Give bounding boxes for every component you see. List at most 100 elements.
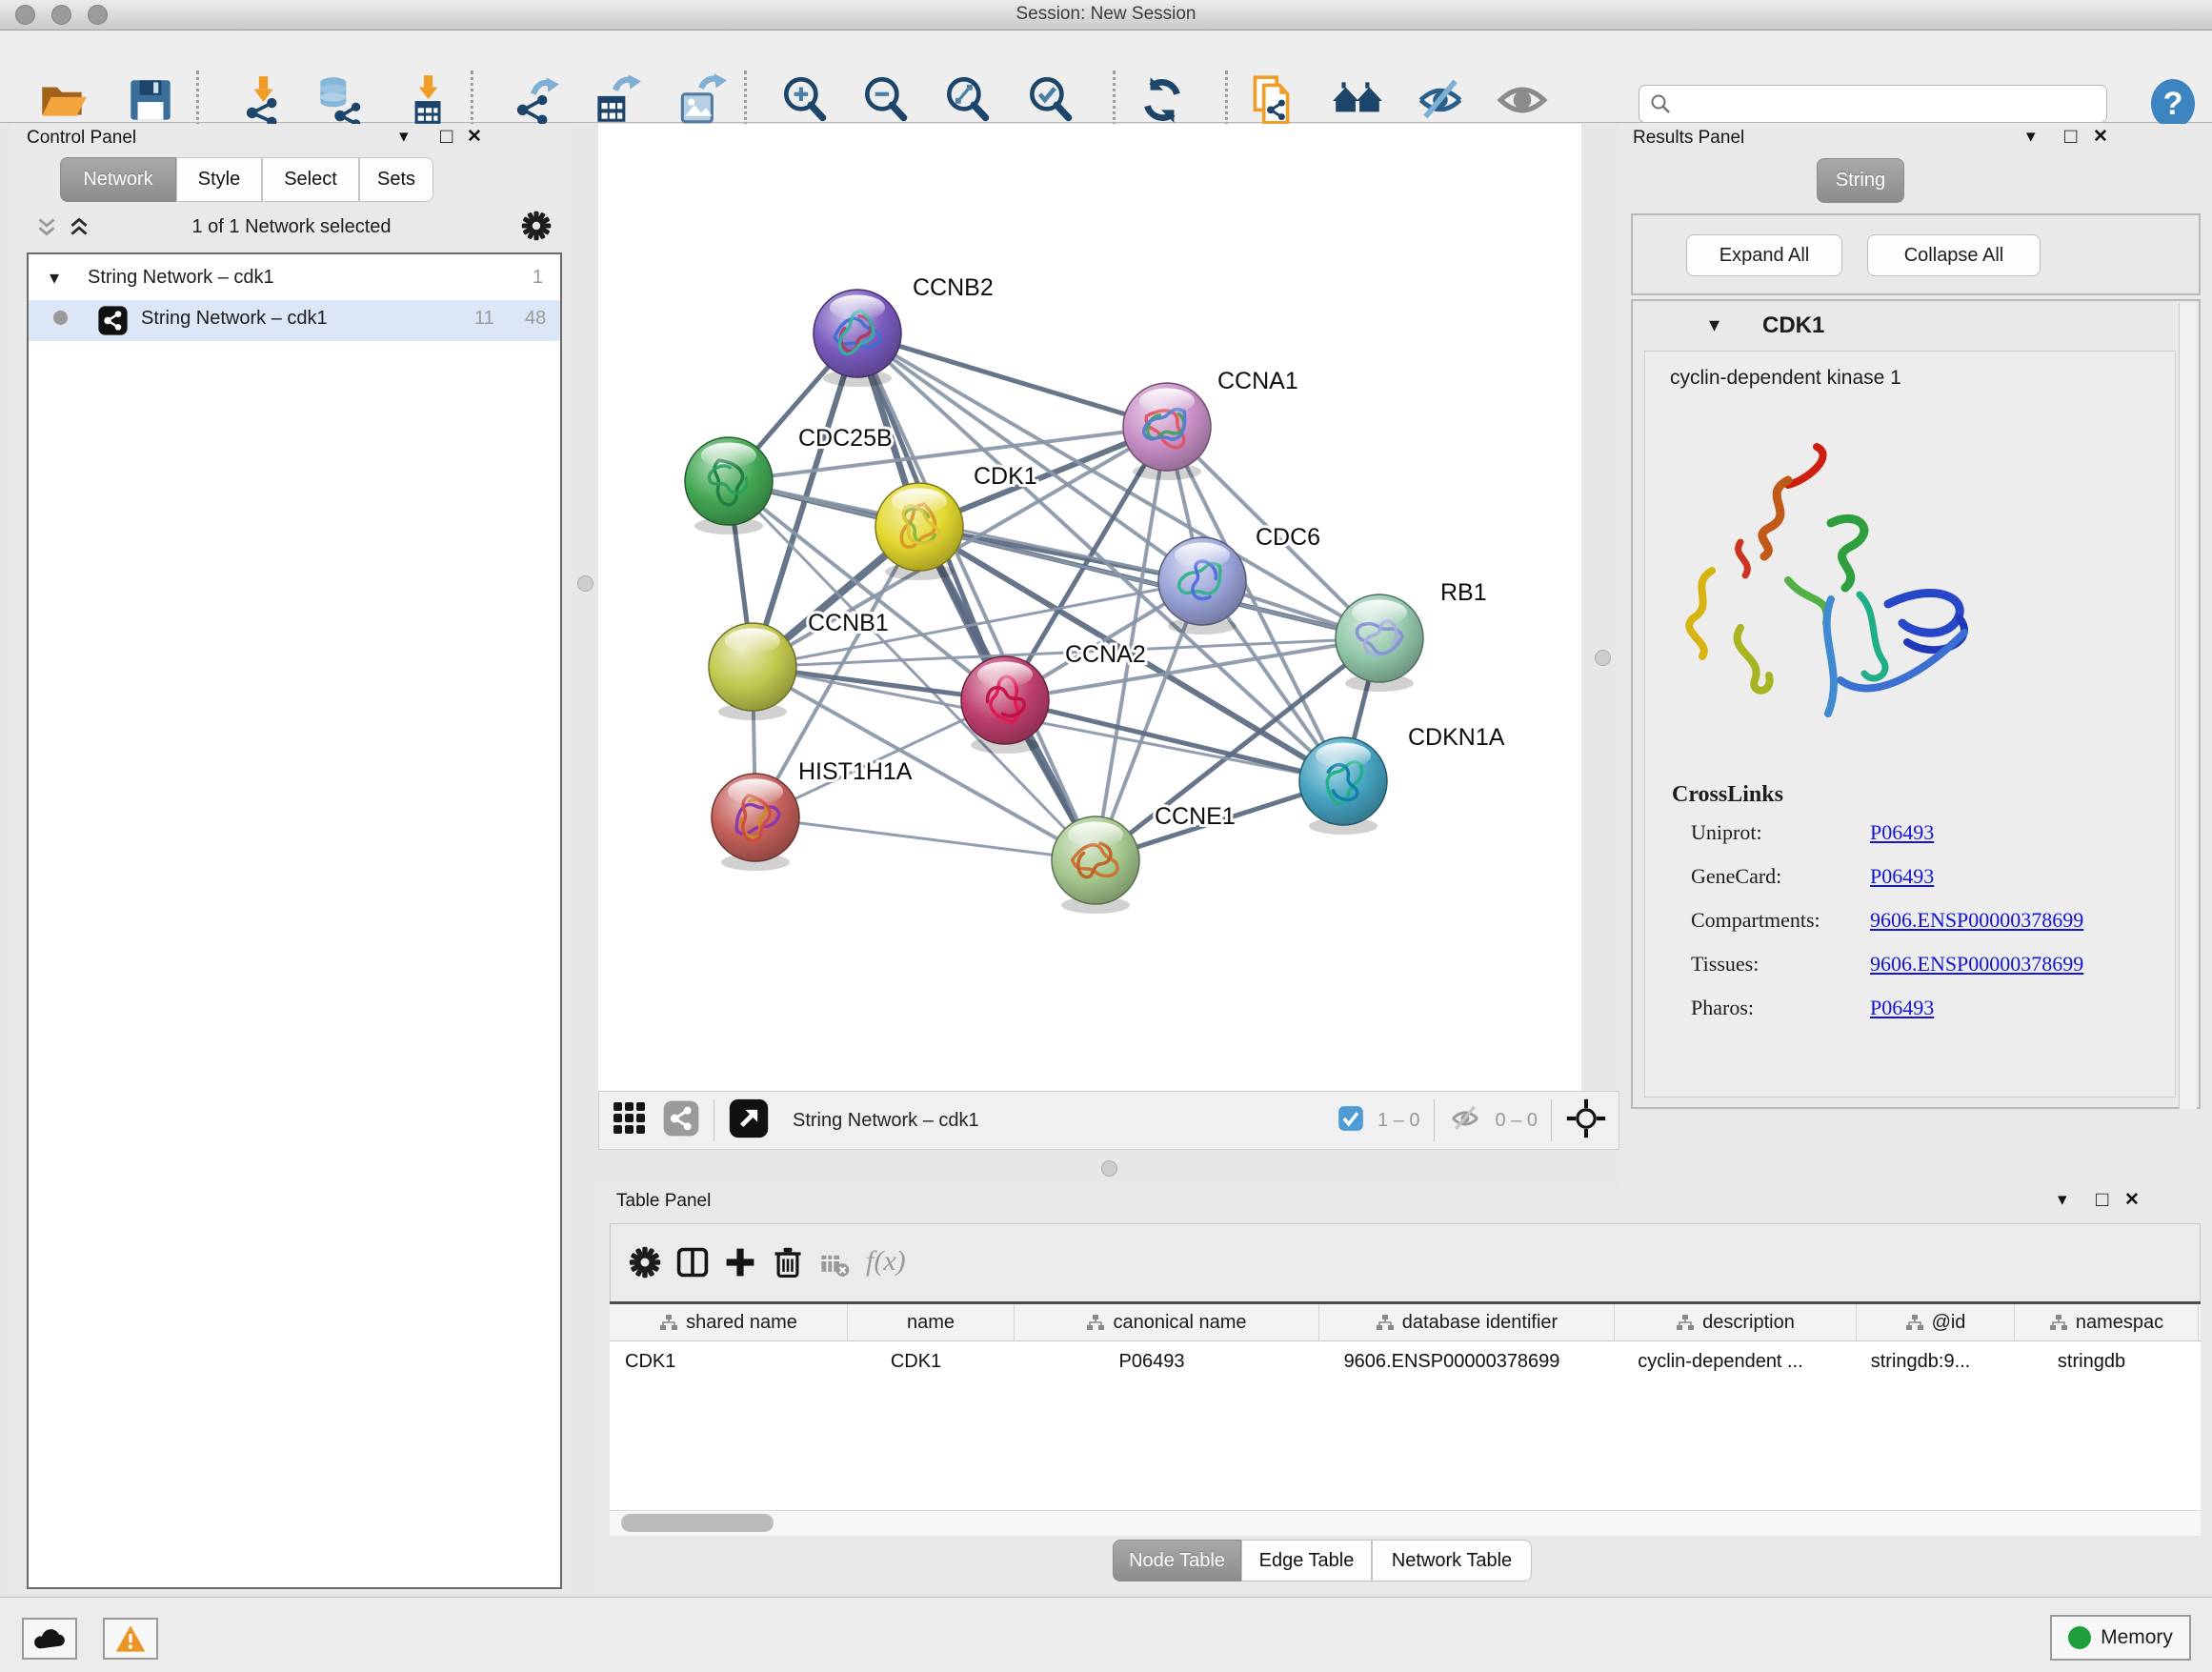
network-share-icon[interactable]: [662, 1099, 700, 1142]
table-horizontal-scrollbar-thumb[interactable]: [621, 1514, 774, 1532]
export-image-icon[interactable]: [674, 72, 729, 128]
collection-expand-icon[interactable]: [50, 266, 59, 290]
column-header-shared-name[interactable]: shared name: [610, 1304, 848, 1340]
table-cell[interactable]: CDK1: [610, 1341, 833, 1381]
results-vertical-scrollbar[interactable]: [2179, 303, 2197, 1109]
tab-select[interactable]: Select: [262, 157, 359, 202]
import-table-file-icon[interactable]: [399, 72, 454, 128]
search-box[interactable]: [1639, 85, 2107, 123]
network-collection-row[interactable]: String Network – cdk1 1: [29, 259, 560, 300]
duplicate-network-icon[interactable]: [1244, 72, 1299, 128]
protein-collapse-icon[interactable]: [1709, 312, 1719, 337]
node-CCNE1[interactable]: [1052, 816, 1139, 914]
network-options-gear-icon[interactable]: [520, 210, 553, 247]
tab-string[interactable]: String: [1817, 158, 1904, 203]
birds-eye-view-icon[interactable]: [728, 1098, 770, 1144]
tab-network[interactable]: Network: [60, 157, 176, 202]
refresh-icon[interactable]: [1135, 72, 1190, 128]
table-cell[interactable]: cyclin-dependent ...: [1599, 1341, 1841, 1381]
open-session-icon[interactable]: [35, 72, 90, 128]
save-session-icon[interactable]: [123, 72, 178, 128]
collection-label: String Network – cdk1: [88, 267, 274, 289]
network-canvas[interactable]: CCNB2CCNA1CDC25BCDK1CDC6RB1CCNB1CCNA2CDK…: [598, 124, 1581, 1091]
horizontal-splitter-handle[interactable]: [1101, 1160, 1117, 1177]
table-settings-gear-icon[interactable]: [628, 1245, 662, 1284]
table-row[interactable]: CDK1CDK1P064939606.ENSP00000378699cyclin…: [610, 1341, 2201, 1381]
show-columns-icon[interactable]: [675, 1245, 710, 1284]
node-CDC6[interactable]: [1158, 537, 1246, 635]
hidden-eye-icon[interactable]: [1448, 1101, 1482, 1140]
right-splitter-handle[interactable]: [1595, 650, 1611, 666]
column-header-description[interactable]: description: [1615, 1304, 1857, 1340]
tab-edge-table[interactable]: Edge Table: [1241, 1540, 1372, 1581]
control-panel-close-icon[interactable]: [467, 126, 482, 148]
table-cell[interactable]: P06493: [999, 1341, 1304, 1381]
results-panel-float-icon[interactable]: [2064, 124, 2077, 149]
home-icon[interactable]: [1330, 72, 1385, 128]
help-button[interactable]: ?: [2151, 79, 2195, 129]
table-cell[interactable]: stringdb:9...: [1841, 1341, 2000, 1381]
import-network-database-icon[interactable]: [312, 72, 367, 128]
network-graph[interactable]: CCNB2CCNA1CDC25BCDK1CDC6RB1CCNB1CCNA2CDK…: [598, 124, 1581, 1091]
table-horizontal-scrollbar[interactable]: [610, 1510, 2201, 1536]
column-header--id[interactable]: @id: [1857, 1304, 2015, 1340]
zoom-out-icon[interactable]: [858, 72, 914, 128]
crosslink-value-link[interactable]: 9606.ENSP00000378699: [1870, 952, 2083, 977]
control-panel-collapse-icon[interactable]: [399, 126, 409, 148]
zoom-in-icon[interactable]: [777, 72, 833, 128]
warnings-button[interactable]: [103, 1618, 158, 1660]
node-CCNA1[interactable]: [1123, 383, 1211, 480]
crosslink-value-link[interactable]: P06493: [1870, 864, 1934, 889]
zoom-fit-icon[interactable]: [940, 72, 995, 128]
edge-CCNB2-CCNA1[interactable]: [857, 333, 1167, 427]
results-panel-collapse-icon[interactable]: [2026, 126, 2036, 148]
tab-sets[interactable]: Sets: [359, 157, 433, 202]
results-panel-close-icon[interactable]: [2093, 126, 2108, 148]
column-header-database-identifier[interactable]: database identifier: [1319, 1304, 1615, 1340]
export-table-icon[interactable]: [588, 72, 643, 128]
function-builder-icon[interactable]: f(x): [866, 1245, 906, 1278]
node-CDC25B[interactable]: [685, 437, 773, 534]
node-RB1[interactable]: [1336, 594, 1423, 692]
node-CCNA2[interactable]: [961, 656, 1049, 754]
zoom-selected-icon[interactable]: [1023, 72, 1078, 128]
table-panel-close-icon[interactable]: [2124, 1189, 2140, 1211]
show-all-eye-icon[interactable]: [1495, 72, 1550, 128]
search-input[interactable]: [1672, 93, 2106, 115]
table-cell[interactable]: CDK1: [833, 1341, 999, 1381]
left-splitter-handle[interactable]: [577, 575, 593, 592]
table-cell[interactable]: 9606.ENSP00000378699: [1304, 1341, 1599, 1381]
control-panel-float-icon[interactable]: [440, 124, 452, 149]
table-cell[interactable]: stringdb: [2000, 1341, 2183, 1381]
hide-selected-eye-icon[interactable]: [1413, 72, 1468, 128]
crosslink-value-link[interactable]: 9606.ENSP00000378699: [1870, 908, 2083, 933]
crosslink-value-link[interactable]: P06493: [1870, 820, 1934, 845]
crosslink-label: Uniprot:: [1691, 820, 1762, 845]
tab-network-table[interactable]: Network Table: [1372, 1540, 1532, 1581]
delete-column-trash-icon[interactable]: [771, 1245, 805, 1284]
tab-node-table[interactable]: Node Table: [1113, 1540, 1241, 1581]
column-header-canonical-name[interactable]: canonical name: [1015, 1304, 1319, 1340]
collapse-all-button[interactable]: Collapse All: [1867, 234, 2041, 276]
delete-table-icon[interactable]: [818, 1249, 851, 1286]
memory-button[interactable]: Memory: [2050, 1615, 2191, 1661]
expand-all-button[interactable]: Expand All: [1686, 234, 1842, 276]
cloud-status-button[interactable]: [22, 1618, 77, 1660]
tab-style[interactable]: Style: [176, 157, 262, 202]
grid-view-icon[interactable]: [611, 1099, 649, 1142]
crosshair-icon[interactable]: [1565, 1098, 1607, 1144]
import-network-file-icon[interactable]: [235, 72, 291, 128]
node-HIST1H1A[interactable]: [712, 774, 799, 871]
table-panel-collapse-icon[interactable]: [2058, 1189, 2067, 1211]
crosslink-value-link[interactable]: P06493: [1870, 996, 1934, 1020]
edge-CCNE1-HIST1H1A[interactable]: [755, 817, 1096, 860]
table-panel-float-icon[interactable]: [2096, 1187, 2108, 1212]
export-network-icon[interactable]: [508, 72, 563, 128]
network-row-selected[interactable]: String Network – cdk1 11 48: [29, 300, 560, 341]
column-header-namespac[interactable]: namespac: [2015, 1304, 2199, 1340]
node-CCNB1[interactable]: [709, 623, 796, 720]
column-header-name[interactable]: name: [848, 1304, 1015, 1340]
node-CDKN1A[interactable]: [1299, 737, 1387, 835]
add-column-icon[interactable]: [723, 1245, 757, 1284]
selected-nodes-checkbox-icon[interactable]: [1337, 1105, 1364, 1137]
